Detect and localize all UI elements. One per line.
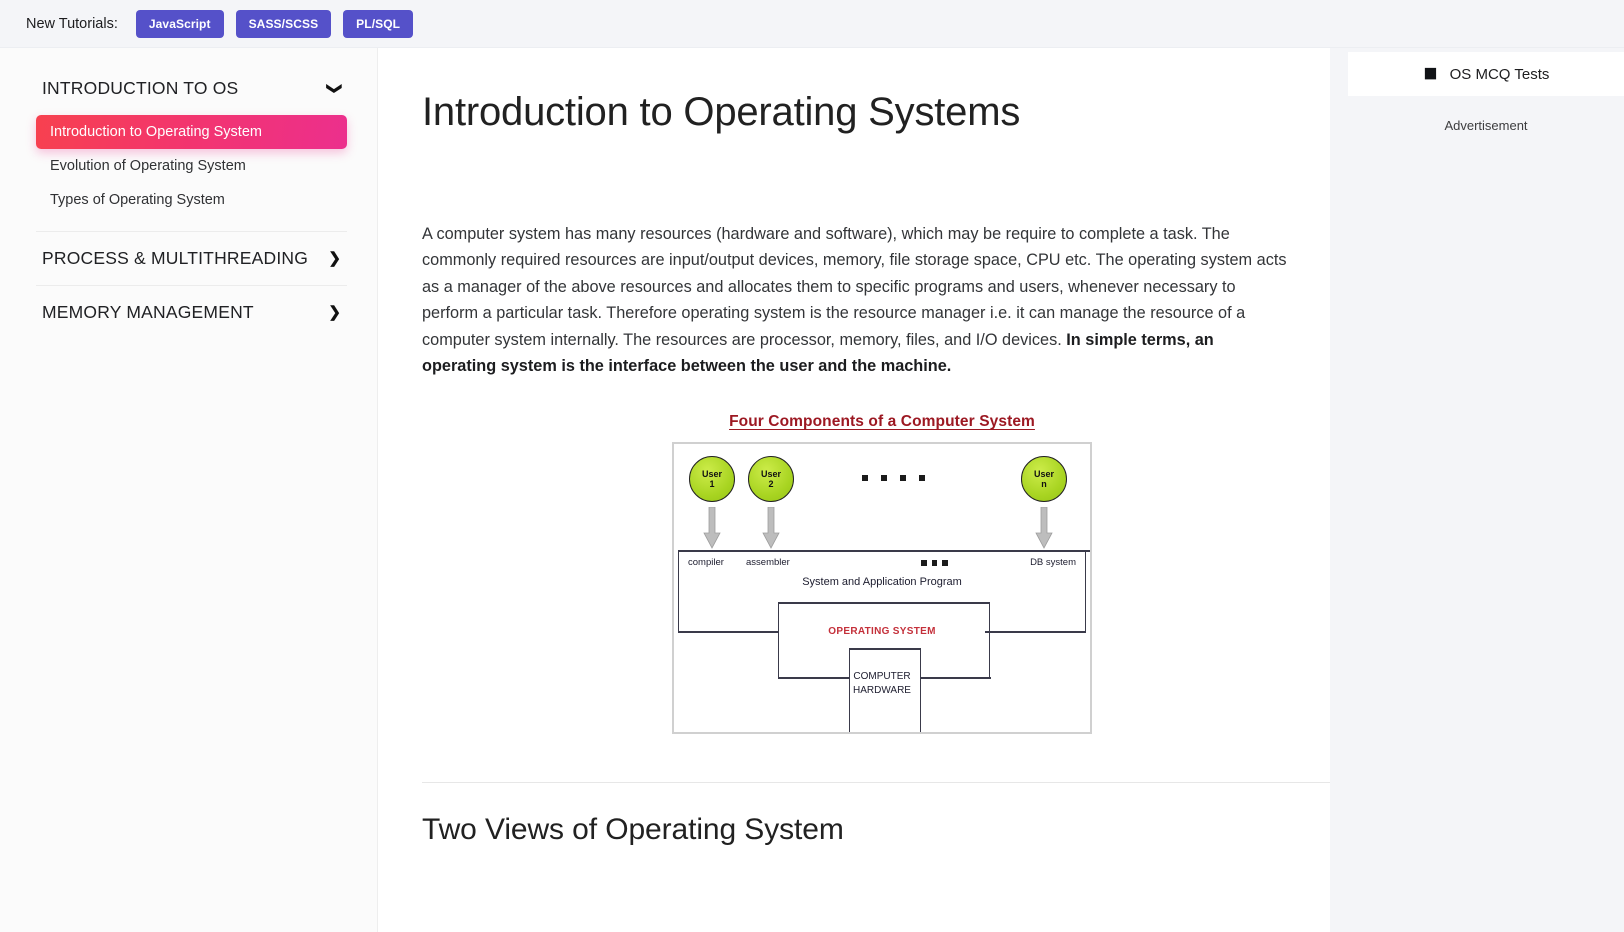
assembler-label: assembler	[746, 557, 790, 569]
sidebar-item-evolution-of-operating-system[interactable]: Evolution of Operating System	[36, 149, 347, 183]
user-node-label: User	[760, 469, 781, 479]
hardware-box-right-line	[920, 648, 922, 733]
right-rail: OS MCQ Tests Advertisement	[1330, 48, 1624, 932]
nav-group-process-and-multithreading: PROCESS & MULTITHREADING ❯	[36, 232, 347, 286]
main-content: Introduction to Operating Systems A comp…	[378, 48, 1330, 932]
program-band-bottom-left-line	[678, 631, 779, 633]
program-ellipsis-dots	[921, 560, 948, 566]
os-box-bottom-right-line	[920, 677, 991, 679]
nav-group-header-process-and-multithreading[interactable]: PROCESS & MULTITHREADING ❯	[36, 232, 347, 285]
user-node-1: User 1	[689, 456, 735, 503]
sidebar-item-types-of-operating-system[interactable]: Types of Operating System	[36, 183, 347, 217]
content-divider	[422, 782, 1330, 784]
sidebar-navigation: INTRODUCTION TO OS ❯ Introduction to Ope…	[0, 48, 378, 932]
nav-group-title: MEMORY MANAGEMENT	[42, 302, 254, 322]
nav-group-memory-management: MEMORY MANAGEMENT ❯	[36, 286, 347, 339]
program-band-bottom-right-line	[985, 631, 1086, 633]
os-box-bottom-left-line	[778, 677, 850, 679]
nav-sublist-introduction-to-os: Introduction to Operating System Evoluti…	[36, 115, 347, 231]
new-tutorials-label: New Tutorials:	[26, 15, 118, 32]
os-box-top-line	[778, 602, 990, 604]
nav-group-title: INTRODUCTION TO OS	[42, 78, 239, 98]
arrow-down-icon-user-n	[1035, 507, 1053, 550]
user-node-index: n	[1041, 479, 1047, 490]
operating-system-label: OPERATING SYSTEM	[828, 626, 936, 638]
top-promo-bar: New Tutorials: JavaScript SASS/SCSS PL/S…	[0, 0, 1624, 48]
user-node-index: 1	[709, 479, 715, 490]
hardware-box-left-line	[849, 648, 851, 733]
nav-group-header-memory-management[interactable]: MEMORY MANAGEMENT ❯	[36, 286, 347, 339]
compiler-label: compiler	[688, 557, 724, 569]
figure-title: Four Components of a Computer System	[729, 413, 1035, 431]
advertisement-label: Advertisement	[1444, 118, 1528, 133]
system-and-application-program-label: System and Application Program	[802, 576, 962, 589]
four-components-figure: Four Components of a Computer System Use…	[422, 413, 1330, 735]
user-node-label: User	[1033, 469, 1054, 479]
tutorial-button-plsql[interactable]: PL/SQL	[343, 9, 414, 38]
os-box-left-line	[778, 602, 780, 679]
page-shell: INTRODUCTION TO OS ❯ Introduction to Ope…	[0, 48, 1624, 932]
user-node-label: User	[701, 469, 722, 479]
program-band-left-line	[678, 550, 680, 633]
os-mcq-tests-card[interactable]: OS MCQ Tests	[1348, 52, 1624, 96]
page-title: Introduction to Operating Systems	[422, 90, 1021, 134]
db-system-label: DB system	[1030, 557, 1076, 569]
computer-hardware-line-2: HARDWARE	[853, 684, 911, 696]
program-band-right-line	[1084, 550, 1086, 633]
sidebar-item-introduction-to-operating-system[interactable]: Introduction to Operating System	[36, 115, 347, 149]
nav-group-introduction-to-os: INTRODUCTION TO OS ❯ Introduction to Ope…	[36, 62, 347, 232]
hardware-box-top-line	[849, 648, 921, 650]
figure-canvas: User 1 User 2 User n compiler assembler …	[672, 442, 1092, 735]
user-ellipsis-dots	[862, 475, 925, 482]
computer-hardware-label: COMPUTER HARDWARE	[853, 670, 911, 697]
section-title-two-views: Two Views of Operating System	[422, 813, 844, 847]
os-box-right-line	[989, 602, 991, 679]
user-node-index: 2	[768, 479, 774, 490]
right-chevron-icon[interactable]: ❯	[328, 251, 341, 266]
arrow-down-icon-user-1	[703, 507, 721, 550]
intro-paragraph: A computer system has many resources (ha…	[422, 221, 1288, 379]
tutorial-button-sass-scss[interactable]: SASS/SCSS	[235, 9, 332, 38]
nav-group-title: PROCESS & MULTITHREADING	[42, 248, 309, 268]
down-chevron-icon[interactable]: ❯	[326, 82, 343, 95]
program-band-top-line	[678, 550, 1090, 552]
user-node-2: User 2	[748, 456, 794, 503]
checkbox-check-icon	[1423, 66, 1440, 83]
computer-hardware-line-1: COMPUTER	[853, 671, 911, 683]
os-mcq-tests-label: OS MCQ Tests	[1449, 65, 1550, 83]
right-chevron-icon[interactable]: ❯	[328, 305, 341, 320]
arrow-down-icon-user-2	[762, 507, 780, 550]
user-node-n: User n	[1021, 456, 1067, 503]
tutorial-button-javascript[interactable]: JavaScript	[135, 9, 224, 38]
nav-group-header-introduction-to-os[interactable]: INTRODUCTION TO OS ❯	[36, 62, 347, 115]
